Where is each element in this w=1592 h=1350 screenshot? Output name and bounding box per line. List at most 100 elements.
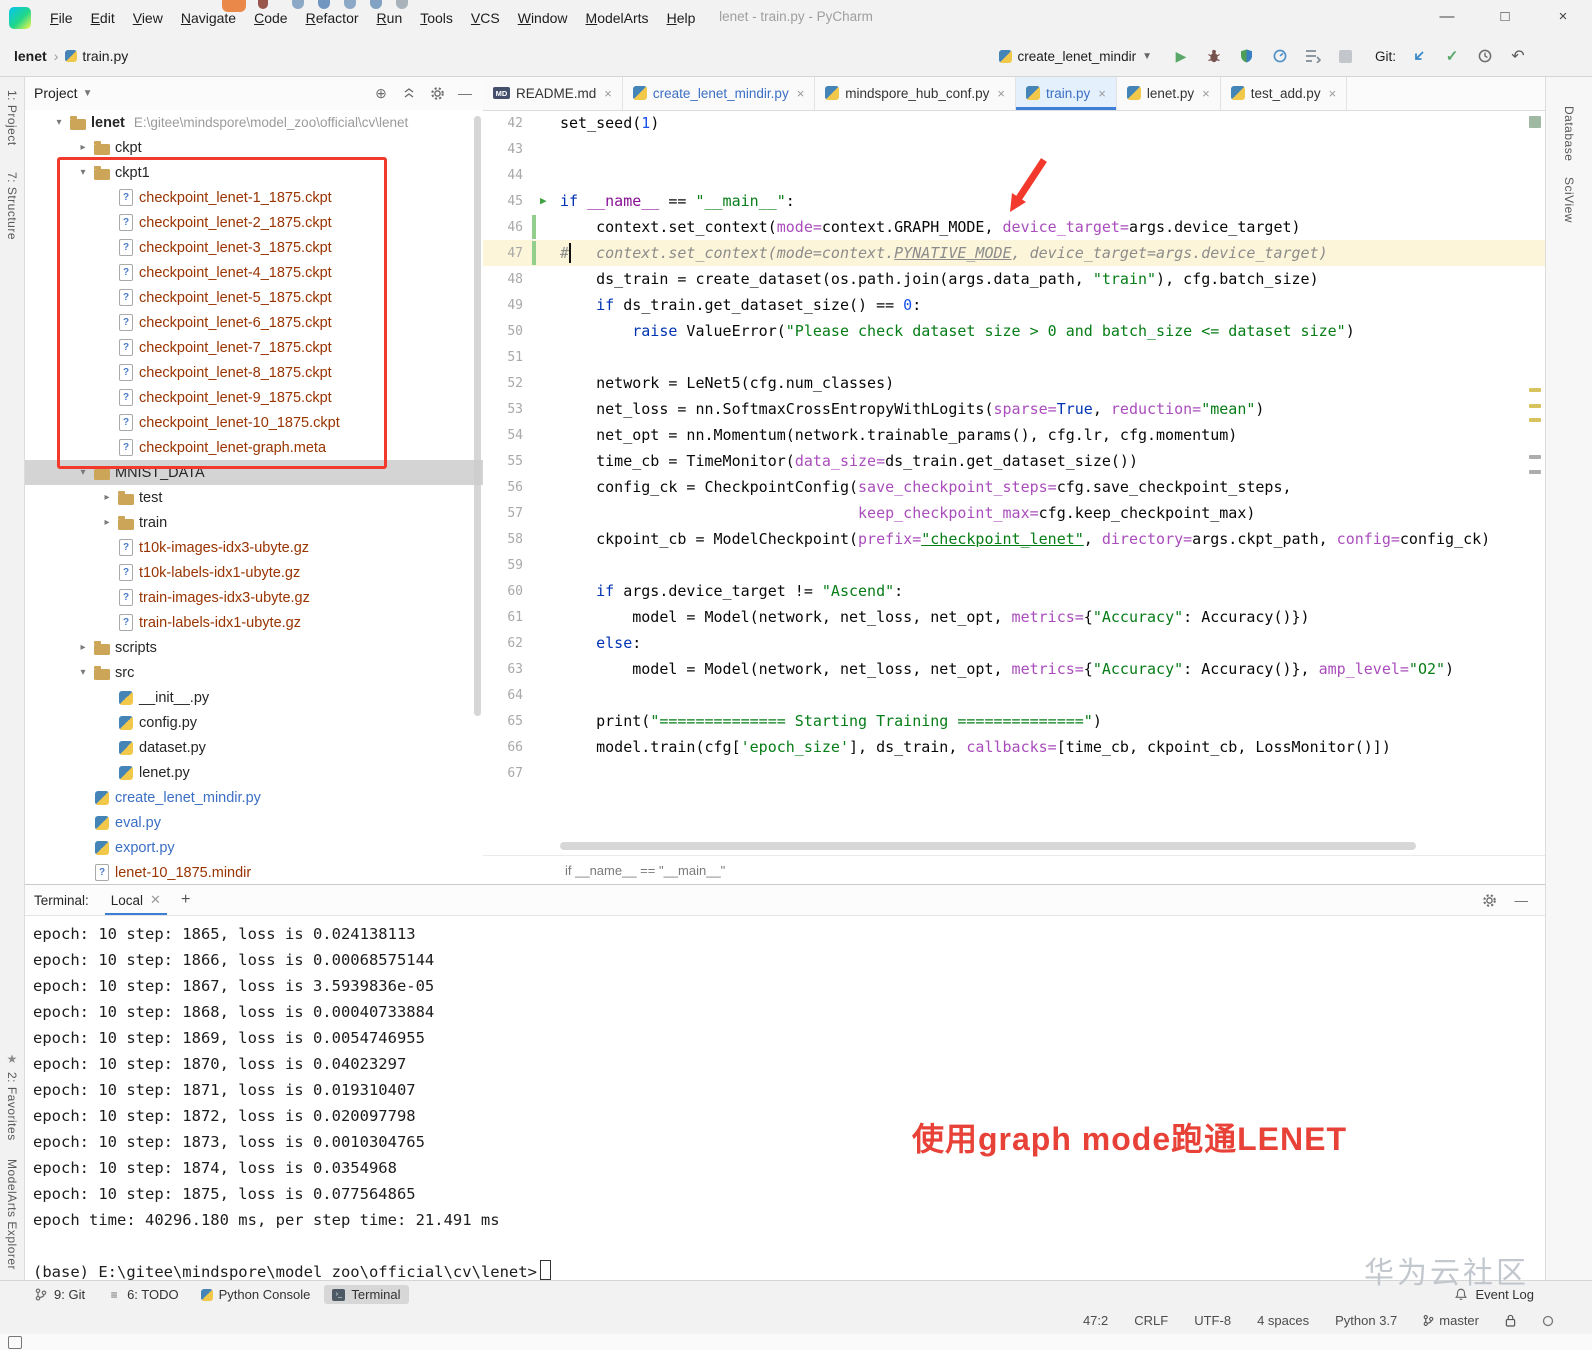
lock-icon[interactable]	[1505, 1314, 1516, 1327]
close-icon[interactable]: ×	[1202, 86, 1210, 101]
terminal-tab-local[interactable]: Local ✕	[104, 885, 168, 915]
menu-modelarts[interactable]: ModelArts	[577, 10, 658, 26]
run-configuration-select[interactable]: create_lenet_mindir ▼	[993, 46, 1158, 67]
toolwindow-stripe-sciview[interactable]: SciView	[1562, 177, 1576, 223]
code-line[interactable]: 64	[483, 682, 1546, 708]
menu-view[interactable]: View	[124, 10, 172, 26]
minimize-button[interactable]: —	[1418, 0, 1476, 36]
menu-code[interactable]: Code	[245, 10, 296, 26]
run-button[interactable]: ▶	[1171, 46, 1191, 66]
close-icon[interactable]: ×	[1098, 86, 1106, 101]
tree-item[interactable]: ▾ src	[24, 660, 483, 685]
code-line[interactable]: 55 time_cb = TimeMonitor(data_size=ds_tr…	[483, 448, 1546, 474]
caret-position-widget[interactable]: 47:2	[1083, 1313, 1108, 1328]
revert-button[interactable]: ↶	[1508, 46, 1528, 66]
commit-button[interactable]: ✓	[1442, 46, 1462, 66]
toolwindow-stripe-project[interactable]: 1: Project	[5, 90, 19, 146]
menu-help[interactable]: Help	[658, 10, 705, 26]
code-line[interactable]: 53 net_loss = nn.SoftmaxCrossEntropyWith…	[483, 396, 1546, 422]
code-line[interactable]: 49 if ds_train.get_dataset_size() == 0:	[483, 292, 1546, 318]
code-line[interactable]: 50 raise ValueError("Please check datase…	[483, 318, 1546, 344]
close-icon[interactable]: ×	[997, 86, 1005, 101]
toolwindow-stripe-favorites[interactable]: 2: Favorites	[5, 1072, 19, 1141]
code-line[interactable]: 47 # context.set_context(mode=context.PYN…	[483, 240, 1546, 266]
gear-icon[interactable]	[429, 85, 445, 101]
stop-button[interactable]	[1336, 46, 1356, 66]
project-scrollbar[interactable]	[474, 116, 481, 716]
menu-window[interactable]: Window	[509, 10, 577, 26]
new-terminal-session-button[interactable]: +	[181, 891, 190, 909]
close-icon[interactable]: ×	[1329, 86, 1337, 101]
run-gutter-icon[interactable]: ▶	[540, 194, 547, 207]
toolwindow-button-git[interactable]: 9: Git	[26, 1285, 93, 1304]
tree-expand-icon[interactable]: ▸	[74, 142, 92, 153]
code-line[interactable]: 61 model = Model(network, net_loss, net_…	[483, 604, 1546, 630]
update-project-icon[interactable]	[1409, 46, 1429, 66]
menu-file[interactable]: File	[41, 10, 82, 26]
coverage-button[interactable]	[1237, 46, 1257, 66]
editor-tab[interactable]: lenet.py ×	[1116, 76, 1221, 110]
warning-stripe-mark[interactable]	[1529, 404, 1541, 408]
code-line[interactable]: 52 network = LeNet5(cfg.num_classes)	[483, 370, 1546, 396]
tree-item[interactable]: train-labels-idx1-ubyte.gz	[24, 610, 483, 635]
collapse-all-icon[interactable]	[401, 85, 417, 101]
editor-tab[interactable]: create_lenet_mindir.py ×	[622, 76, 816, 110]
close-icon[interactable]: ×	[604, 86, 612, 101]
breadcrumb-file[interactable]: train.py	[65, 48, 128, 64]
menu-navigate[interactable]: Navigate	[172, 10, 245, 26]
menu-refactor[interactable]: Refactor	[297, 10, 368, 26]
code-line[interactable]: 66 model.train(cfg['epoch_size'], ds_tra…	[483, 734, 1546, 760]
tree-item[interactable]: t10k-labels-idx1-ubyte.gz	[24, 560, 483, 585]
toolwindow-button-terminal[interactable]: ›_ Terminal	[324, 1285, 409, 1304]
interpreter-widget[interactable]: Python 3.7	[1335, 1313, 1397, 1328]
editor-tab[interactable]: test_add.py ×	[1220, 76, 1348, 110]
debug-button[interactable]	[1204, 46, 1224, 66]
locate-target-icon[interactable]: ⊕	[373, 85, 389, 101]
toolwindow-stripe-modelarts[interactable]: ModelArts Explorer	[5, 1159, 19, 1270]
code-line[interactable]: 67	[483, 760, 1546, 786]
tree-item[interactable]: ▸ train	[24, 510, 483, 535]
code-line[interactable]: 51	[483, 344, 1546, 370]
tree-item[interactable]: ▾ lenet E:\gitee\mindspore\model_zoo\offic…	[24, 110, 483, 135]
tree-item[interactable]: t10k-images-idx3-ubyte.gz	[24, 535, 483, 560]
tree-expand-icon[interactable]: ▾	[74, 667, 92, 678]
warning-stripe-mark[interactable]	[1529, 418, 1541, 422]
stripe-mark[interactable]	[1529, 470, 1541, 474]
tree-item[interactable]: config.py	[24, 710, 483, 735]
indicator-icon[interactable]	[1542, 1315, 1554, 1327]
toolwindow-button-todo[interactable]: ≡ 6: TODO	[99, 1285, 187, 1304]
history-clock-icon[interactable]	[1475, 46, 1495, 66]
code-line[interactable]: 58 ckpoint_cb = ModelCheckpoint(prefix="…	[483, 526, 1546, 552]
close-icon[interactable]: ✕	[150, 892, 161, 908]
tree-item[interactable]: ▸ scripts	[24, 635, 483, 660]
code-line[interactable]: 63 model = Model(network, net_loss, net_…	[483, 656, 1546, 682]
code-line[interactable]: 42 set_seed(1)	[483, 110, 1546, 136]
tree-item[interactable]: lenet.py	[24, 760, 483, 785]
tree-item[interactable]: __init__.py	[24, 685, 483, 710]
indent-widget[interactable]: 4 spaces	[1257, 1313, 1309, 1328]
tree-item[interactable]: dataset.py	[24, 735, 483, 760]
code-line[interactable]: 59	[483, 552, 1546, 578]
tree-item[interactable]: create_lenet_mindir.py	[24, 785, 483, 810]
editor-tab[interactable]: train.py ×	[1016, 76, 1117, 110]
profiler-button[interactable]	[1270, 46, 1290, 66]
run-with-list-button[interactable]	[1303, 46, 1323, 66]
editor-tab[interactable]: MD README.md ×	[483, 76, 623, 110]
tree-expand-icon[interactable]: ▸	[98, 517, 116, 528]
code-line[interactable]: 65 print("============== Starting Traini…	[483, 708, 1546, 734]
code-line[interactable]: 62 else:	[483, 630, 1546, 656]
breadcrumb-context[interactable]: if __name__ == "__main__"	[565, 863, 725, 878]
toolwindow-stripe-database[interactable]: Database	[1562, 106, 1576, 161]
tree-item[interactable]: lenet-10_1875.mindir	[24, 860, 483, 884]
tree-item[interactable]: train-images-idx3-ubyte.gz	[24, 585, 483, 610]
hide-panel-icon[interactable]: —	[457, 85, 473, 101]
line-separator-widget[interactable]: CRLF	[1134, 1313, 1168, 1328]
code-line[interactable]: 57 keep_checkpoint_max=cfg.keep_checkpoi…	[483, 500, 1546, 526]
project-panel-title[interactable]: Project	[34, 85, 78, 101]
git-branch-widget[interactable]: master	[1423, 1313, 1479, 1328]
editor-tab[interactable]: mindspore_hub_conf.py ×	[815, 76, 1016, 110]
code-line[interactable]: 60 if args.device_target != "Ascend":	[483, 578, 1546, 604]
code-editor[interactable]: 42 set_seed(1) 43 44 45 ▶ if __name__ == "__ma…	[483, 110, 1546, 856]
tree-expand-icon[interactable]: ▾	[50, 117, 68, 128]
menu-tools[interactable]: Tools	[411, 10, 462, 26]
